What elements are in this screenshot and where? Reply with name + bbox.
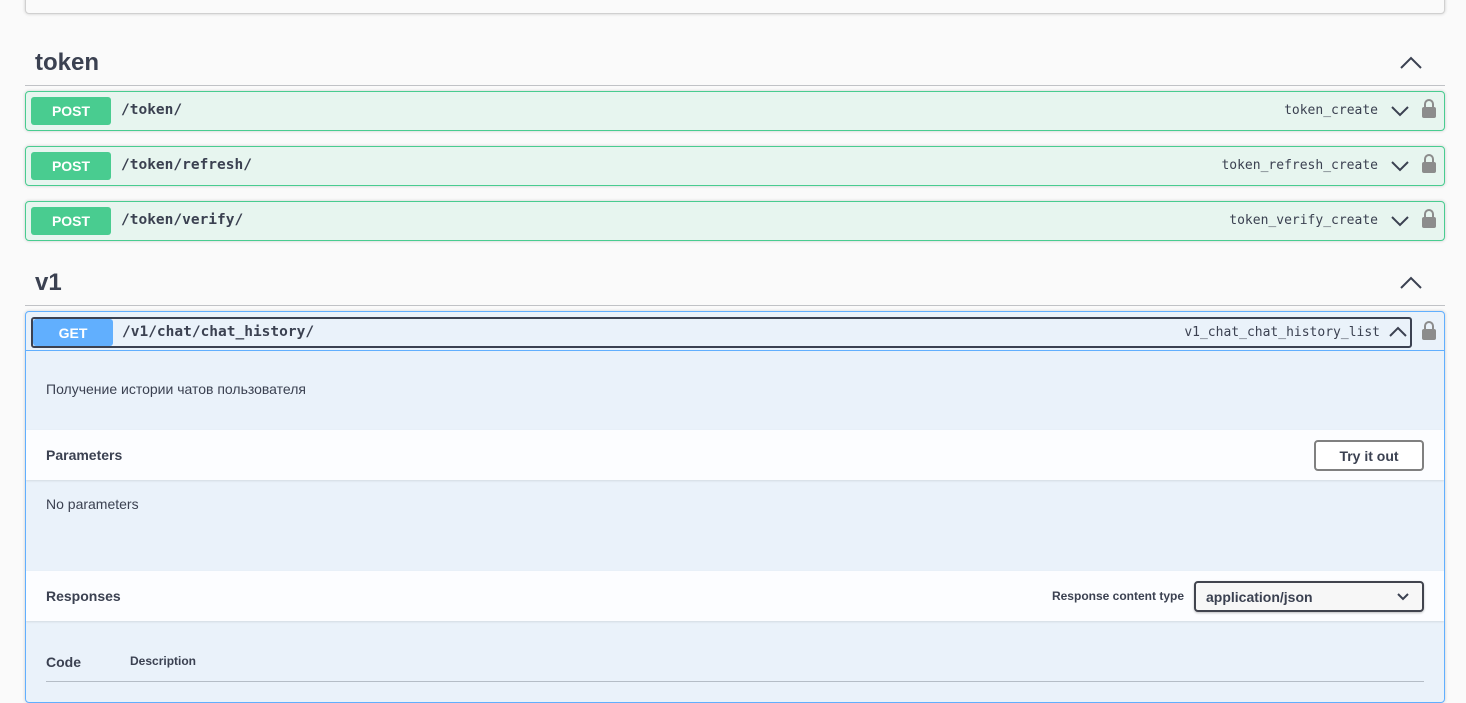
- column-header-code: Code: [46, 654, 81, 670]
- chevron-up-icon[interactable]: [1399, 273, 1423, 291]
- operation-id: v1_chat_chat_history_list: [1184, 325, 1380, 340]
- column-header-description: Description: [130, 654, 197, 668]
- lock-icon[interactable]: [1421, 320, 1437, 342]
- lock-icon[interactable]: [1421, 153, 1437, 175]
- divider: [26, 350, 1444, 351]
- parameters-title: Parameters: [46, 447, 123, 463]
- chevron-down-icon: [1397, 593, 1409, 601]
- select-value: application/json: [1206, 589, 1313, 605]
- chevron-up-icon[interactable]: [1399, 53, 1423, 71]
- no-parameters-text: No parameters: [46, 496, 139, 512]
- method-badge: POST: [31, 97, 111, 125]
- try-it-out-button[interactable]: Try it out: [1314, 440, 1424, 471]
- operation-token-verify-create[interactable]: POST /token/verify/ token_verify_create: [25, 201, 1445, 241]
- section-title: token: [35, 49, 100, 76]
- operation-path: /token/: [121, 102, 183, 118]
- chevron-down-icon[interactable]: [1390, 158, 1410, 174]
- parameters-header: Parameters Try it out: [26, 430, 1444, 480]
- response-content-type-select[interactable]: application/json: [1194, 581, 1424, 612]
- operation-path: /token/refresh/: [121, 157, 252, 173]
- method-badge: POST: [31, 152, 111, 180]
- operation-description: Получение истории чатов пользователя: [46, 381, 306, 397]
- operation-id: token_create: [1284, 103, 1378, 118]
- response-content-type-label: Response content type: [1051, 589, 1184, 603]
- chevron-up-icon[interactable]: [1388, 324, 1408, 340]
- section-header-v1[interactable]: v1: [25, 257, 1445, 306]
- lock-icon[interactable]: [1421, 98, 1437, 120]
- table-divider: [46, 681, 1424, 682]
- method-badge: GET: [33, 319, 113, 346]
- operation-id: token_refresh_create: [1221, 158, 1378, 173]
- operation-token-refresh-create[interactable]: POST /token/refresh/ token_refresh_creat…: [25, 146, 1445, 186]
- operation-path: /token/verify/: [121, 212, 244, 228]
- section-title: v1: [35, 269, 62, 296]
- operation-summary[interactable]: GET /v1/chat/chat_history/ v1_chat_chat_…: [31, 317, 1412, 348]
- chevron-down-icon[interactable]: [1390, 103, 1410, 119]
- section-header-token[interactable]: token: [25, 37, 1445, 86]
- responses-title: Responses: [46, 588, 121, 604]
- previous-section-remnant: [25, 0, 1445, 14]
- operation-path: /v1/chat/chat_history/: [122, 324, 315, 340]
- operation-v1-chat-history-list: GET /v1/chat/chat_history/ v1_chat_chat_…: [25, 311, 1445, 703]
- method-badge: POST: [31, 207, 111, 235]
- operation-token-create[interactable]: POST /token/ token_create: [25, 91, 1445, 131]
- responses-header: Responses Response content type applicat…: [26, 571, 1444, 621]
- chevron-down-icon[interactable]: [1390, 213, 1410, 229]
- operation-id: token_verify_create: [1229, 213, 1378, 228]
- lock-icon[interactable]: [1421, 208, 1437, 230]
